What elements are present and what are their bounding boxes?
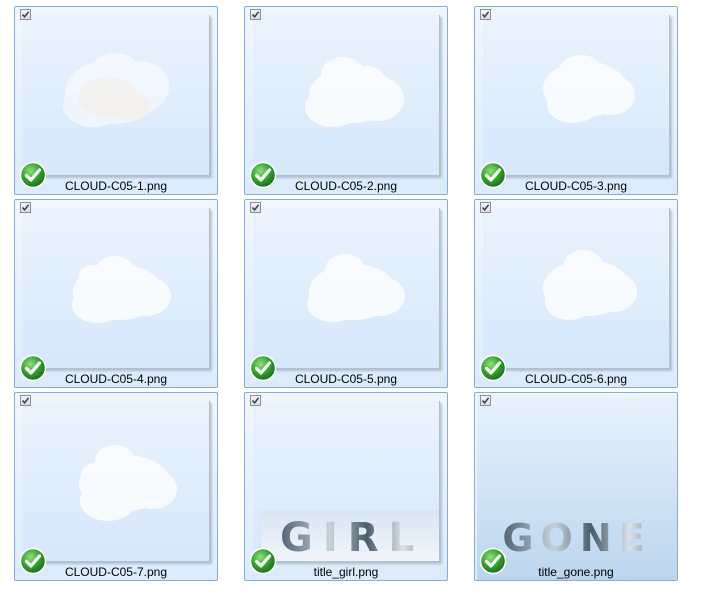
- file-name: CLOUD-C05-5.png: [294, 372, 398, 386]
- file-name: CLOUD-C05-3.png: [524, 179, 628, 193]
- title-word-text: GIRL: [261, 511, 439, 561]
- cloud-thumbnail: [253, 208, 440, 369]
- file-name: CLOUD-C05-2.png: [294, 179, 398, 193]
- checkbox-checked-icon: [481, 11, 490, 18]
- cloud-image: [72, 256, 171, 323]
- cloud-thumbnail: [23, 15, 210, 176]
- file-tile[interactable]: CLOUD-C05-7.png: [14, 392, 218, 581]
- cloud-image: [79, 445, 177, 521]
- title-word-text: GONE: [483, 511, 671, 561]
- file-tile[interactable]: CLOUD-C05-1.png: [14, 6, 218, 195]
- title-word-image: GIRL: [261, 511, 439, 561]
- file-name: CLOUD-C05-6.png: [524, 372, 628, 386]
- file-thumbnail-grid: CLOUD-C05-1.png CLOUD-C05-2.png CLOUD-C0…: [0, 0, 705, 593]
- select-checkbox[interactable]: [250, 202, 261, 213]
- checkbox-checked-icon: [481, 397, 490, 404]
- select-checkbox[interactable]: [250, 9, 261, 20]
- cloud-thumbnail: [23, 401, 210, 562]
- checkbox-checked-icon: [251, 204, 260, 211]
- cloud-image: [307, 254, 405, 322]
- file-tile[interactable]: CLOUD-C05-4.png: [14, 199, 218, 388]
- cloud-image: [543, 250, 637, 320]
- cloud-image: [305, 57, 404, 127]
- file-tile[interactable]: GIRL title_girl.png: [244, 392, 448, 581]
- file-name: CLOUD-C05-1.png: [64, 179, 168, 193]
- select-checkbox[interactable]: [20, 9, 31, 20]
- title-word-image: GONE: [483, 511, 671, 561]
- select-checkbox[interactable]: [20, 202, 31, 213]
- file-tile[interactable]: CLOUD-C05-3.png: [474, 6, 678, 195]
- cloud-image: [543, 55, 635, 123]
- select-checkbox[interactable]: [480, 202, 491, 213]
- checkbox-checked-icon: [21, 11, 30, 18]
- title-word-thumbnail: GIRL: [253, 401, 440, 562]
- checkbox-checked-icon: [21, 204, 30, 211]
- title-word-thumbnail: GONE: [477, 395, 677, 580]
- select-checkbox[interactable]: [20, 395, 31, 406]
- checkbox-checked-icon: [481, 204, 490, 211]
- file-tile[interactable]: CLOUD-C05-2.png: [244, 6, 448, 195]
- file-name: CLOUD-C05-7.png: [64, 565, 168, 579]
- file-tile[interactable]: GONE title_gone.png: [474, 392, 678, 581]
- file-name: CLOUD-C05-4.png: [64, 372, 168, 386]
- checkbox-checked-icon: [251, 11, 260, 18]
- checkbox-checked-icon: [21, 397, 30, 404]
- file-tile[interactable]: CLOUD-C05-6.png: [474, 199, 678, 388]
- file-name: title_girl.png: [313, 565, 379, 579]
- select-checkbox[interactable]: [250, 395, 261, 406]
- file-name: title_gone.png: [538, 565, 614, 579]
- checkbox-checked-icon: [251, 397, 260, 404]
- cloud-thumbnail: [483, 15, 670, 176]
- cloud-image: [63, 53, 169, 127]
- select-checkbox[interactable]: [480, 9, 491, 20]
- cloud-thumbnail: [23, 208, 210, 369]
- file-tile[interactable]: CLOUD-C05-5.png: [244, 199, 448, 388]
- cloud-thumbnail: [483, 208, 670, 369]
- cloud-thumbnail: [253, 15, 440, 176]
- select-checkbox[interactable]: [480, 395, 491, 406]
